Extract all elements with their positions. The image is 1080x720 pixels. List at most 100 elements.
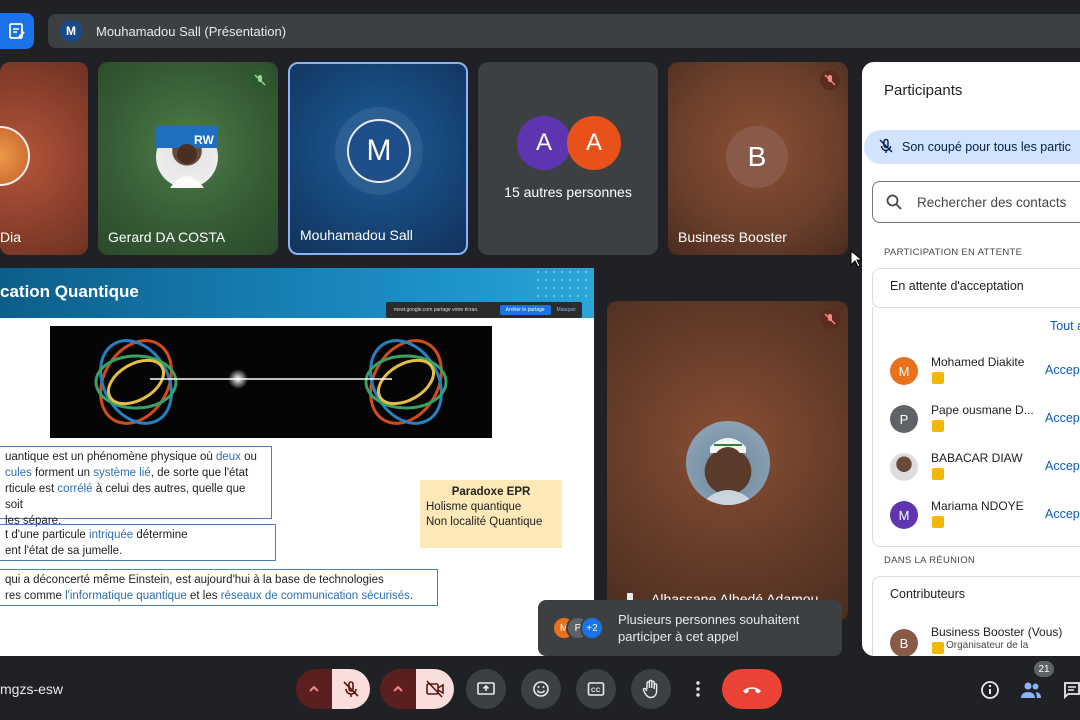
more-vert-icon	[696, 681, 700, 697]
participant-name: Mouhamadou Sall	[300, 227, 413, 243]
contacts-search-input[interactable]: Rechercher des contacts	[872, 181, 1080, 223]
microphone-toggle-button[interactable]	[332, 669, 370, 709]
participant-avatar: B	[890, 629, 918, 656]
requesters-avatars: M P +2	[552, 616, 608, 640]
meeting-code: mgzs-esw	[0, 681, 64, 697]
mic-off-icon	[343, 681, 359, 697]
chevron-up-icon	[393, 685, 403, 692]
text: rticule est	[5, 483, 58, 495]
participant-name: Gerard DA COSTA	[108, 229, 226, 245]
badge-icon	[932, 468, 944, 480]
shared-screen-slide: cation Quantique meet.google.com partage…	[0, 268, 594, 656]
participant-name: Mariama NDOYE	[931, 499, 1024, 513]
tile-alhassane[interactable]: Alhassane Alhedé Adamou	[607, 301, 848, 621]
hide-banner-button[interactable]: Masquer	[557, 307, 576, 313]
text: ou	[240, 451, 257, 463]
participant-avatar: B	[726, 126, 788, 188]
presentation-title: Mouhamadou Sall (Présentation)	[96, 23, 287, 39]
dot-pattern	[536, 270, 588, 298]
video-options-button[interactable]	[380, 669, 416, 709]
participant-name: Business Booster	[678, 229, 787, 245]
text: uantique est un phénomène physique où	[5, 451, 216, 463]
slide-title: cation Quantique	[0, 282, 139, 301]
presenter-avatar: M	[60, 20, 82, 42]
contributors-group-title[interactable]: Contributeurs	[890, 587, 965, 601]
notes-button[interactable]	[0, 13, 34, 49]
text: res comme	[5, 590, 66, 602]
tile-others[interactable]: A A 15 autres personnes	[478, 62, 658, 255]
slide-text-box-1: uantique est un phénomène physique où de…	[0, 446, 272, 527]
meeting-details-button[interactable]	[978, 678, 1002, 702]
participant-photo	[686, 421, 770, 505]
participant-role: Organisateur de la	[946, 640, 1029, 651]
stop-sharing-button[interactable]: Arrêter le partage	[499, 305, 551, 315]
camera-off-icon	[426, 680, 444, 698]
emoji-icon	[533, 681, 549, 697]
svg-text:RW: RW	[194, 133, 214, 147]
camera-toggle-button[interactable]	[416, 669, 454, 709]
text: qui a déconcerté même Einstein, est aujo…	[5, 574, 384, 586]
waiting-participant-row: P Pape ousmane D... Accep	[890, 403, 1080, 435]
muted-banner-text: Son coupé pour tous les partic	[902, 140, 1071, 154]
avatar-initial: M	[347, 119, 411, 183]
raise-hand-button[interactable]	[631, 669, 671, 709]
participant-name: Dia	[0, 229, 22, 245]
slide-text-box-2: t d'une particule intriquée détermine en…	[0, 524, 276, 561]
badge-icon	[932, 372, 944, 384]
captions-icon: CC	[587, 682, 605, 696]
tile-mouhamadou[interactable]: M Mouhamadou Sall	[288, 62, 468, 255]
mic-off-icon	[250, 70, 270, 90]
mic-off-icon	[878, 138, 894, 157]
epr-line: Holisme quantique	[426, 501, 522, 513]
participants-panel: Participants Son coupé pour tous les par…	[862, 62, 1080, 656]
presentation-bar[interactable]: M Mouhamadou Sall (Présentation)	[48, 14, 1080, 48]
captions-button[interactable]: CC	[576, 669, 616, 709]
present-screen-button[interactable]	[466, 669, 506, 709]
people-icon	[1021, 682, 1041, 698]
text: cules	[5, 467, 32, 479]
text: et les	[186, 590, 221, 602]
participant-photo: RW	[156, 126, 218, 188]
tile-gerard[interactable]: RW Gerard DA COSTA	[98, 62, 278, 255]
text: t d'une particule	[5, 529, 90, 541]
chevron-up-icon	[309, 685, 319, 692]
tile-dia[interactable]: Dia	[0, 62, 88, 255]
audio-options-button[interactable]	[296, 669, 332, 709]
svg-text:CC: CC	[591, 687, 601, 694]
badge-icon	[932, 420, 944, 432]
participant-name: Business Booster (Vous)	[931, 625, 1063, 639]
text: détermine	[133, 529, 188, 541]
text: .	[409, 590, 414, 602]
badge-icon	[932, 642, 944, 654]
screen-share-banner: meet.google.com partage votre écran. Arr…	[386, 302, 582, 318]
tile-business-booster[interactable]: B Business Booster	[668, 62, 848, 255]
present-icon	[477, 682, 495, 695]
accept-button[interactable]: Accep	[1045, 411, 1080, 425]
accept-button[interactable]: Accep	[1045, 363, 1080, 377]
info-icon	[981, 681, 999, 699]
waiting-group-title[interactable]: En attente d'acceptation	[890, 279, 1024, 293]
text: corrélé	[57, 483, 93, 495]
reactions-button[interactable]	[521, 669, 561, 709]
muted-for-all-banner: Son coupé pour tous les partic	[864, 130, 1080, 164]
participant-photo	[0, 126, 30, 186]
share-banner-text: meet.google.com partage votre écran.	[394, 307, 479, 313]
panel-title: Participants	[884, 82, 963, 99]
join-request-toast[interactable]: M P +2 Plusieurs personnes souhaitent pa…	[538, 600, 842, 656]
chat-button[interactable]	[1060, 678, 1080, 702]
participant-name: Pape ousmane D...	[931, 403, 1034, 417]
accept-button[interactable]: Accep	[1045, 459, 1080, 473]
people-button[interactable]	[1019, 678, 1043, 702]
text: , de sorte que l'état	[150, 467, 249, 479]
search-icon	[886, 194, 902, 210]
leave-call-button[interactable]	[722, 669, 782, 709]
text: l'informatique quantique	[65, 590, 187, 602]
bottom-control-bar: mgzs-esw CC	[0, 660, 1080, 720]
accept-button[interactable]: Accep	[1045, 507, 1080, 521]
accept-all-button[interactable]: Tout a	[1050, 319, 1080, 333]
more-options-button[interactable]	[686, 669, 710, 709]
toast-line: Plusieurs personnes souhaitent	[618, 612, 800, 627]
others-count-label: 15 autres personnes	[504, 184, 632, 200]
waiting-participant-row: M Mohamed Diakite Accep	[890, 355, 1080, 387]
chat-icon	[1064, 682, 1080, 700]
